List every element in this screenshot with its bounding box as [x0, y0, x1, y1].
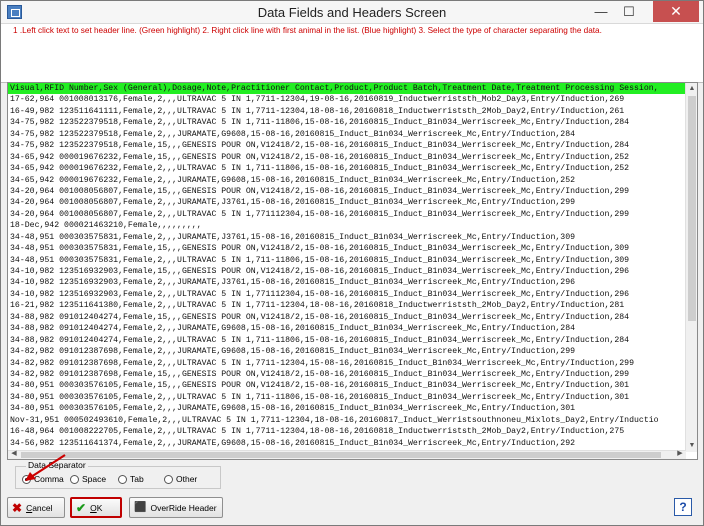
- data-fields-window: Data Fields and Headers Screen — ☐ ✕ 1 .…: [0, 0, 704, 526]
- data-list-panel: Visual,RFID Number,Sex (General),Dosage,…: [7, 82, 698, 460]
- cancel-button-label: Cancel: [26, 502, 53, 513]
- list-row[interactable]: 34-88,982 091012404274,Female,2,,,JURAMA…: [8, 323, 686, 334]
- ok-button-label: OK: [90, 502, 103, 513]
- scroll-down-icon[interactable]: ▼: [686, 440, 697, 452]
- scroll-up-icon[interactable]: ▲: [686, 83, 697, 95]
- ok-button[interactable]: ✔ OK: [70, 497, 122, 518]
- list-row[interactable]: 34-80,951 000303576105,Female,2,,,JURAMA…: [8, 403, 686, 414]
- radio-space-label: Space: [82, 474, 107, 484]
- vertical-scrollbar[interactable]: ▲ ▼: [685, 83, 697, 452]
- list-row[interactable]: 16-21,982 123511641380,Female,2,,,ULTRAV…: [8, 300, 686, 311]
- horizontal-scroll-thumb[interactable]: [21, 452, 661, 458]
- scroll-right-icon[interactable]: ▶: [674, 449, 686, 459]
- list-row[interactable]: 34-75,982 123522379518,Female,2,,,ULTRAV…: [8, 117, 686, 128]
- check-icon: ✔: [76, 500, 87, 515]
- list-row[interactable]: 34-82,982 091012387698,Female,2,,,ULTRAV…: [8, 358, 686, 369]
- list-row[interactable]: 34-20,964 001008056807,Female,2,,,ULTRAV…: [8, 209, 686, 220]
- help-button[interactable]: ?: [674, 498, 692, 516]
- list-row[interactable]: 34-80,951 000303576105,Female,15,,,GENES…: [8, 380, 686, 391]
- radio-other-label: Other: [176, 474, 198, 484]
- cancel-button[interactable]: ✖ Cancel: [7, 497, 65, 518]
- instructions-text: 1 .Left click text to set header line. (…: [13, 26, 602, 35]
- radio-comma-label: Comma: [34, 474, 64, 484]
- scroll-left-icon[interactable]: ◀: [8, 449, 20, 459]
- radio-tab-indicator[interactable]: [118, 474, 127, 484]
- list-row[interactable]: 34-88,982 091012404274,Female,2,,,ULTRAV…: [8, 335, 686, 346]
- data-list[interactable]: Visual,RFID Number,Sex (General),Dosage,…: [8, 83, 686, 452]
- radio-tab-label: Tab: [130, 474, 144, 484]
- list-row[interactable]: 34-65,942 000019676232,Female,2,,,ULTRAV…: [8, 163, 686, 174]
- radio-other[interactable]: Other: [164, 474, 197, 484]
- list-row[interactable]: 34-65,942 000019676232,Female,2,,,JURAMA…: [8, 175, 686, 186]
- data-separator-group: Data Separator Comma Space Tab Other: [15, 460, 221, 489]
- radio-space[interactable]: Space: [70, 474, 106, 484]
- list-row[interactable]: 17-62,964 001008013176,Female,2,,,ULTRAV…: [8, 94, 686, 105]
- list-row[interactable]: 16-48,964 001008222705,Female,2,,,ULTRAV…: [8, 426, 686, 437]
- vertical-scroll-thumb[interactable]: [688, 96, 696, 321]
- x-icon: ✖: [12, 500, 23, 515]
- radio-tab[interactable]: Tab: [118, 474, 144, 484]
- close-button[interactable]: ✕: [653, 1, 699, 22]
- override-button-label: OverRide Header: [150, 502, 217, 513]
- list-row[interactable]: 34-48,951 000303575831,Female,15,,,GENES…: [8, 243, 686, 254]
- list-row[interactable]: Nov-31,951 000502493610,Female,2,,,ULTRA…: [8, 415, 686, 426]
- list-row[interactable]: 34-75,982 123522379518,Female,15,,,GENES…: [8, 140, 686, 151]
- list-row[interactable]: 34-10,982 123516932903,Female,15,,,GENES…: [8, 266, 686, 277]
- maximize-button[interactable]: ☐: [615, 1, 643, 22]
- list-row[interactable]: 34-20,964 001008056807,Female,15,,,GENES…: [8, 186, 686, 197]
- list-row[interactable]: 34-75,982 123522379518,Female,2,,,JURAMA…: [8, 129, 686, 140]
- radio-comma-indicator[interactable]: [22, 474, 31, 484]
- list-row[interactable]: 34-82,982 091012387698,Female,15,,,GENES…: [8, 369, 686, 380]
- title-bar: Data Fields and Headers Screen — ☐ ✕: [1, 1, 703, 24]
- radio-space-indicator[interactable]: [70, 474, 79, 484]
- horizontal-scrollbar[interactable]: ◀ ▶: [8, 450, 686, 459]
- data-separator-label: Data Separator: [26, 460, 88, 470]
- list-row[interactable]: 34-56,982 123511641374,Female,2,,,JURAMA…: [8, 438, 686, 449]
- list-row[interactable]: 34-48,951 000303575831,Female,2,,,JURAMA…: [8, 232, 686, 243]
- list-row[interactable]: 34-88,982 091012404274,Female,15,,,GENES…: [8, 312, 686, 323]
- instructions-panel: 1 .Left click text to set header line. (…: [1, 24, 703, 83]
- list-row[interactable]: 16-49,982 123511641111,Female,2,,,ULTRAV…: [8, 106, 686, 117]
- list-row[interactable]: 34-20,964 001008056807,Female,2,,,JURAMA…: [8, 197, 686, 208]
- list-row[interactable]: 34-48,951 000303575831,Female,2,,,ULTRAV…: [8, 255, 686, 266]
- list-row[interactable]: 34-65,942 000019676232,Female,15,,,GENES…: [8, 152, 686, 163]
- list-row[interactable]: 34-10,982 123516932903,Female,2,,,JURAMA…: [8, 277, 686, 288]
- radio-comma[interactable]: Comma: [22, 474, 64, 484]
- minimize-button[interactable]: —: [587, 1, 615, 22]
- override-icon: ⬛: [134, 501, 147, 513]
- radio-other-indicator[interactable]: [164, 474, 173, 484]
- list-row[interactable]: 34-80,951 000303576105,Female,2,,,ULTRAV…: [8, 392, 686, 403]
- list-row[interactable]: 34-10,982 123516932903,Female,2,,,ULTRAV…: [8, 289, 686, 300]
- list-row[interactable]: 34-82,982 091012387698,Female,2,,,JURAMA…: [8, 346, 686, 357]
- override-header-button[interactable]: ⬛ OverRide Header: [129, 497, 223, 518]
- header-line[interactable]: Visual,RFID Number,Sex (General),Dosage,…: [8, 83, 686, 95]
- list-row[interactable]: 18-Dec,942 000021463210,Female,,,,,,,,,: [8, 220, 686, 231]
